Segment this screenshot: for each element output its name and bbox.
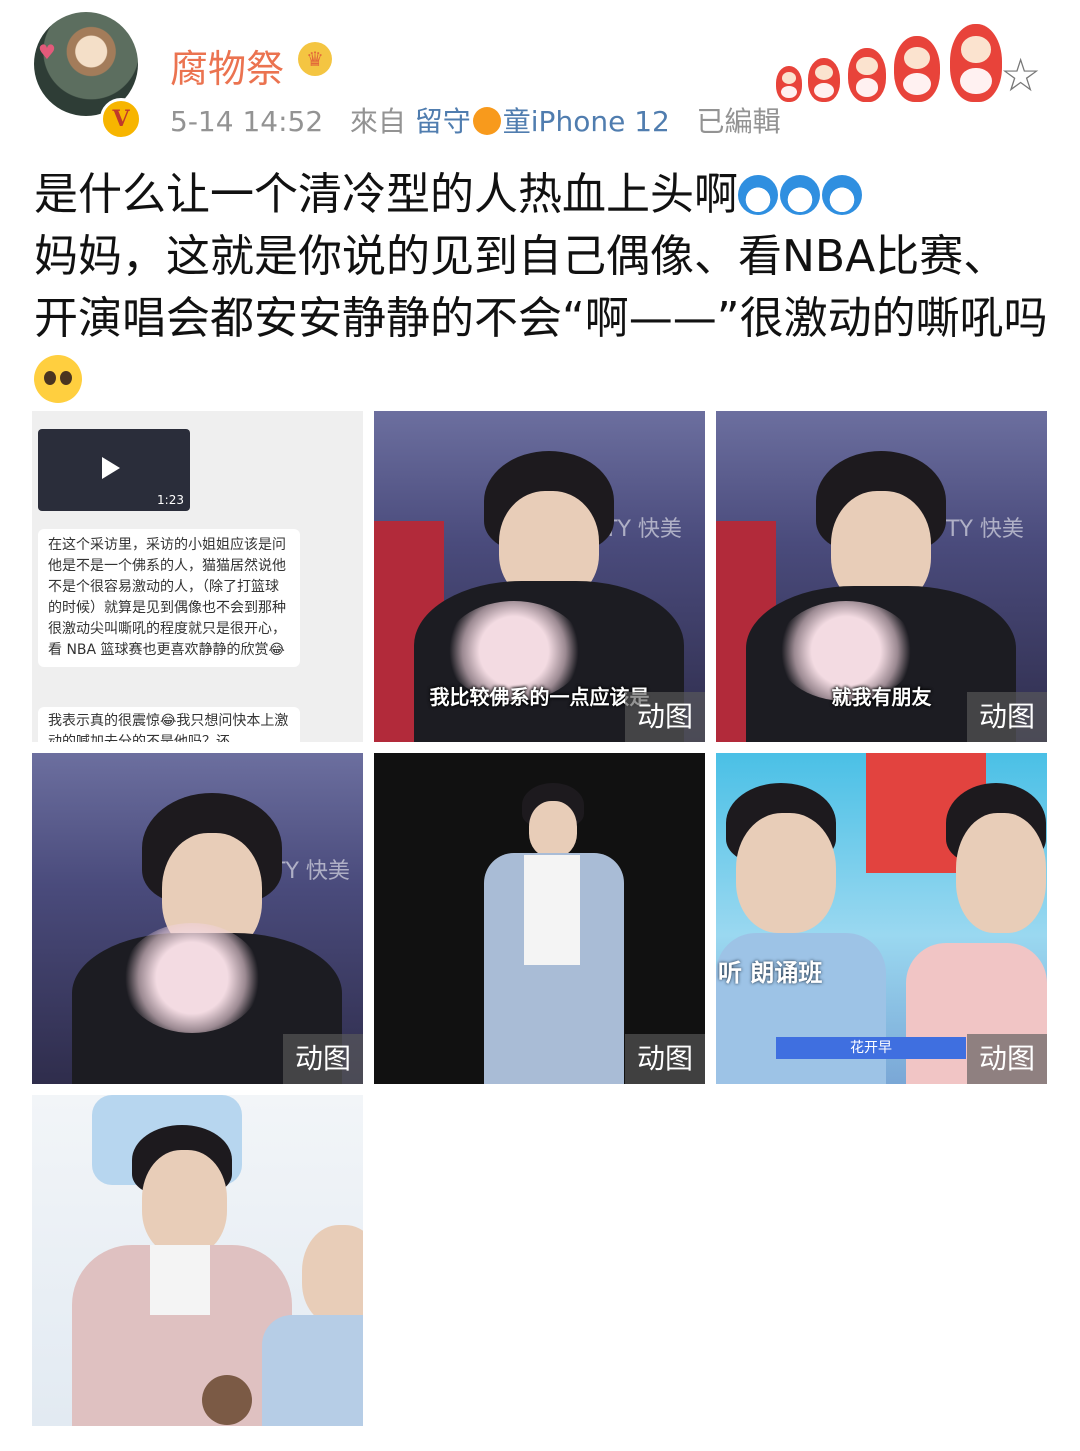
video-duration: 1:23 xyxy=(157,493,184,507)
show-banner: 听 朗诵班 xyxy=(718,959,823,987)
doraemon-emoji-icon xyxy=(780,175,820,215)
video-thumbnail: 1:23 xyxy=(38,429,190,511)
stage-logo: TY 快美 xyxy=(946,517,1024,542)
from-label: 來自 xyxy=(349,105,406,138)
verified-badge-icon: V xyxy=(100,98,142,140)
chat-message: 在这个采访里，采访的小姐姐应该是问他是不是一个佛系的人，猫猫居然说他不是个很容易… xyxy=(38,529,300,667)
image-thumb-2[interactable]: TY 快美 我比较佛系的一点应该是 动图 xyxy=(374,411,705,742)
stage-logo: TY 快美 xyxy=(272,859,350,884)
orange-icon xyxy=(472,107,501,135)
image-thumb-7[interactable] xyxy=(32,1095,363,1426)
post-line-3: 开演唱会都安安静静的不会“啊——”很激动的嘶吼吗 xyxy=(34,293,1048,344)
post-line-1: 是什么让一个清冷型的人热血上头啊 xyxy=(34,164,1054,226)
image-thumb-4[interactable]: TY 快美 动图 xyxy=(32,753,363,1084)
post-header: ♥ V 腐物祭 ♛ 5-14 14:52 來自 留守 童iPhone 12 已編輯… xyxy=(0,0,1080,160)
username[interactable]: 腐物祭 xyxy=(170,38,284,93)
gif-badge: 动图 xyxy=(967,1034,1047,1084)
post-line-2: 妈妈，这就是你说的见到自己偶像、看NBA比赛、 xyxy=(34,231,1008,282)
image-thumb-6[interactable]: 听 朗诵班 花开早 动图 xyxy=(716,753,1047,1084)
pleading-face-emoji-icon xyxy=(34,355,82,403)
gif-badge: 动图 xyxy=(625,1034,705,1084)
image-thumb-3[interactable]: TY 快美 就我有朋友 动图 xyxy=(716,411,1047,742)
gif-badge: 动图 xyxy=(283,1034,363,1084)
chat-message: 我表示真的很震惊😂我只想问快本上激动的喊加去分的不是他吗？还 xyxy=(38,707,300,742)
timestamp: 5-14 14:52 xyxy=(170,105,324,138)
image-thumb-1[interactable]: 1:23 在这个采访里，采访的小姐姐应该是问他是不是一个佛系的人，猫猫居然说他不… xyxy=(32,411,363,742)
client-link[interactable]: 留守 童iPhone 12 xyxy=(415,105,670,138)
client-prefix: 留守 xyxy=(414,105,471,138)
gif-badge: 动图 xyxy=(625,692,705,742)
heart-icon: ♥ xyxy=(38,40,56,64)
stage-logo: TY 快美 xyxy=(604,517,682,542)
play-icon xyxy=(102,457,120,479)
caption-banner: 花开早 xyxy=(776,1037,966,1059)
crown-icon: ♛ xyxy=(298,42,332,76)
doraemon-emoji-icon xyxy=(822,175,862,215)
doraemon-emoji-icon xyxy=(738,175,778,215)
post-meta: 5-14 14:52 來自 留守 童iPhone 12 已編輯 xyxy=(170,100,781,140)
client-suffix: 童iPhone 12 xyxy=(502,105,670,138)
post-text: 是什么让一个清冷型的人热血上头啊 妈妈，这就是你说的见到自己偶像、看NBA比赛、… xyxy=(34,164,1054,412)
plush-toy xyxy=(202,1375,252,1425)
post-line-4 xyxy=(34,350,1054,412)
image-thumb-5[interactable]: 动图 xyxy=(374,753,705,1084)
star-icon[interactable]: ☆ xyxy=(1000,48,1041,102)
gif-badge: 动图 xyxy=(967,692,1047,742)
